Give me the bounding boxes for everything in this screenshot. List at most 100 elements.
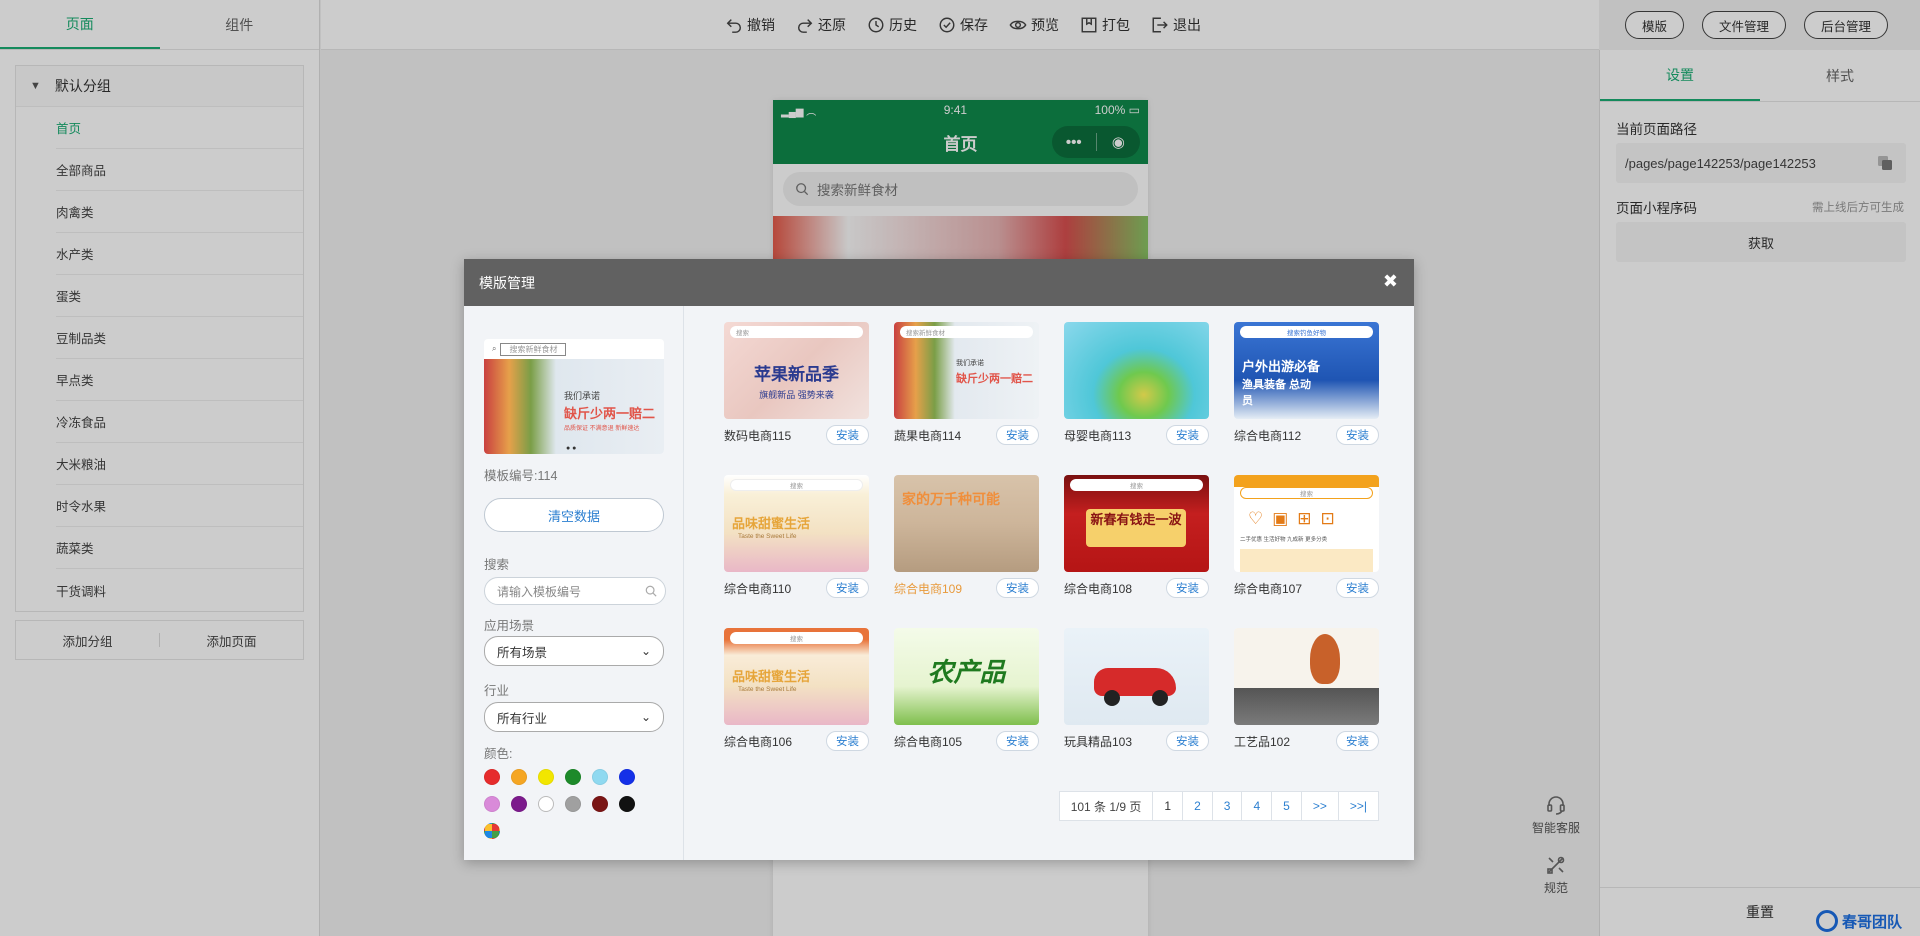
color-swatch[interactable] <box>565 769 581 785</box>
tools-icon <box>1547 856 1565 874</box>
install-button[interactable]: 安装 <box>1336 425 1379 445</box>
template-search-input[interactable]: 请输入模板编号 <box>484 577 666 605</box>
multicolor-swatch[interactable] <box>484 823 500 839</box>
install-button[interactable]: 安装 <box>996 578 1039 598</box>
template-card[interactable]: 搜索 新春有钱走一波 综合电商108 安装 <box>1064 475 1209 601</box>
template-card[interactable]: 搜索钓鱼好物 户外出游必备 渔具装备 总动员 综合电商112 安装 <box>1234 322 1379 448</box>
preview-line-2: 缺斤少两一赔二 <box>564 406 656 421</box>
template-card[interactable]: 搜索 ♡▣⊞⊡ 二手优惠 生活好物 九成新 更多分类 综合电商107 安装 <box>1234 475 1379 601</box>
template-meta: 综合电商109 安装 <box>894 575 1039 601</box>
thumb-title: 家的万千种可能 <box>902 491 1000 507</box>
page-number[interactable]: 3 <box>1211 792 1242 820</box>
color-label: 颜色: <box>484 747 513 761</box>
install-button[interactable]: 安装 <box>826 731 869 751</box>
category-icons: ♡▣⊞⊡ <box>1248 509 1344 528</box>
install-button[interactable]: 安装 <box>826 578 869 598</box>
color-swatch[interactable] <box>619 796 635 812</box>
color-swatch[interactable] <box>484 796 500 812</box>
modal-title: 模版管理 <box>479 274 535 291</box>
template-name: 玩具精品103 <box>1064 734 1133 749</box>
scene-select[interactable]: 所有场景 ⌄ <box>484 636 664 666</box>
color-swatch[interactable] <box>484 769 500 785</box>
template-meta: 玩具精品103 安装 <box>1064 728 1209 754</box>
template-card[interactable]: 搜索 品味甜蜜生活 Taste the Sweet Life 综合电商110 安… <box>724 475 869 601</box>
color-swatch[interactable] <box>565 796 581 812</box>
install-button[interactable]: 安装 <box>1336 578 1379 598</box>
template-card[interactable]: 搜索 苹果新品季 旗舰新品 强势来袭 数码电商115 安装 <box>724 322 869 448</box>
install-button[interactable]: 安装 <box>826 425 869 445</box>
template-meta: 综合电商106 安装 <box>724 728 869 754</box>
install-button[interactable]: 安装 <box>1336 731 1379 751</box>
template-meta: 蔬果电商114 安装 <box>894 422 1039 448</box>
industry-selected: 所有行业 <box>497 711 548 726</box>
thumb-search: 搜索 <box>730 326 863 338</box>
thumb-search: 搜索 <box>730 632 863 644</box>
template-card[interactable]: 母婴电商113 安装 <box>1064 322 1209 448</box>
color-swatch[interactable] <box>592 796 608 812</box>
template-name: 母婴电商113 <box>1064 428 1132 443</box>
spec-button[interactable]: 规范 <box>1526 854 1586 896</box>
template-thumbnail[interactable] <box>1064 628 1209 725</box>
thumb-title: 户外出游必备 <box>1242 359 1321 374</box>
template-card[interactable]: 玩具精品103 安装 <box>1064 628 1209 754</box>
template-name: 综合电商112 <box>1234 428 1302 443</box>
template-number: 模板编号:114 <box>484 469 558 483</box>
selected-template-preview: ⌕ 搜索新鲜食材 我们承诺 缺斤少两一赔二 品质保证 不满意退 新鲜速达 ● ● <box>484 339 664 454</box>
install-button[interactable]: 安装 <box>1166 731 1209 751</box>
preview-line-1: 我们承诺 <box>564 391 601 401</box>
template-name: 综合电商106 <box>724 734 793 749</box>
spec-label: 规范 <box>1543 881 1568 895</box>
template-thumbnail[interactable] <box>1064 322 1209 419</box>
carousel-dots: ● ● <box>566 445 577 452</box>
template-thumbnail[interactable]: 搜索新鲜食材 我们承诺 缺斤少两一赔二 <box>894 322 1039 419</box>
template-thumbnail[interactable]: 搜索 品味甜蜜生活 Taste the Sweet Life <box>724 475 869 572</box>
page-number[interactable]: 4 <box>1241 792 1271 820</box>
template-card[interactable]: 搜索新鲜食材 我们承诺 缺斤少两一赔二 蔬果电商114 安装 <box>894 322 1039 448</box>
template-thumbnail[interactable]: 搜索 苹果新品季 旗舰新品 强势来袭 <box>724 322 869 419</box>
chevron-down-icon: ⌄ <box>640 710 651 724</box>
template-card[interactable]: 农产品 综合电商105 安装 <box>894 628 1039 754</box>
preview-search-text: 搜索新鲜食材 <box>500 342 567 356</box>
install-button[interactable]: 安装 <box>996 425 1039 445</box>
install-button[interactable]: 安装 <box>1166 425 1209 445</box>
last-page-button[interactable]: >>| <box>1337 792 1378 820</box>
template-name: 综合电商107 <box>1234 581 1303 596</box>
clear-data-button[interactable]: 清空数据 <box>484 498 664 532</box>
thumb-search: 搜索新鲜食材 <box>900 326 1033 338</box>
search-icon[interactable] <box>645 585 657 597</box>
color-row-2 <box>484 796 646 812</box>
industry-select[interactable]: 所有行业 ⌄ <box>484 702 664 732</box>
page-number[interactable]: 5 <box>1271 792 1301 820</box>
thumb-title: 新春有钱走一波 <box>1086 509 1186 547</box>
template-card[interactable]: 家的万千种可能 综合电商109 安装 <box>894 475 1039 601</box>
template-card[interactable]: 工艺品102 安装 <box>1234 628 1379 754</box>
template-card[interactable]: 搜索 品味甜蜜生活 Taste the Sweet Life 综合电商106 安… <box>724 628 869 754</box>
color-swatch[interactable] <box>619 769 635 785</box>
car-wheel <box>1152 690 1168 706</box>
color-swatch[interactable] <box>538 796 554 812</box>
smart-service-label: 智能客服 <box>1531 821 1580 835</box>
close-icon[interactable]: ✖ <box>1383 271 1398 292</box>
color-swatch[interactable] <box>511 769 527 785</box>
headset-icon <box>1547 796 1565 815</box>
template-thumbnail[interactable]: 家的万千种可能 <box>894 475 1039 572</box>
template-thumbnail[interactable]: 农产品 <box>894 628 1039 725</box>
template-thumbnail[interactable]: 搜索钓鱼好物 户外出游必备 渔具装备 总动员 <box>1234 322 1379 419</box>
template-thumbnail[interactable] <box>1234 628 1379 725</box>
thumb-subtitle: Taste the Sweet Life <box>738 686 797 693</box>
template-meta: 工艺品102 安装 <box>1234 728 1379 754</box>
template-thumbnail[interactable]: 搜索 品味甜蜜生活 Taste the Sweet Life <box>724 628 869 725</box>
next-page-button[interactable]: >> <box>1300 792 1338 820</box>
template-thumbnail[interactable]: 搜索 ♡▣⊞⊡ 二手优惠 生活好物 九成新 更多分类 <box>1234 475 1379 572</box>
template-thumbnail[interactable]: 搜索 新春有钱走一波 <box>1064 475 1209 572</box>
page-number-current[interactable]: 1 <box>1152 792 1182 820</box>
color-swatch[interactable] <box>511 796 527 812</box>
page-number[interactable]: 2 <box>1182 792 1212 820</box>
smart-service-button[interactable]: 智能客服 <box>1526 794 1586 836</box>
install-button[interactable]: 安装 <box>1166 578 1209 598</box>
color-swatch[interactable] <box>592 769 608 785</box>
install-button[interactable]: 安装 <box>996 731 1039 751</box>
template-meta: 综合电商108 安装 <box>1064 575 1209 601</box>
color-swatch[interactable] <box>538 769 554 785</box>
thumb-search: 搜索钓鱼好物 <box>1240 326 1373 338</box>
